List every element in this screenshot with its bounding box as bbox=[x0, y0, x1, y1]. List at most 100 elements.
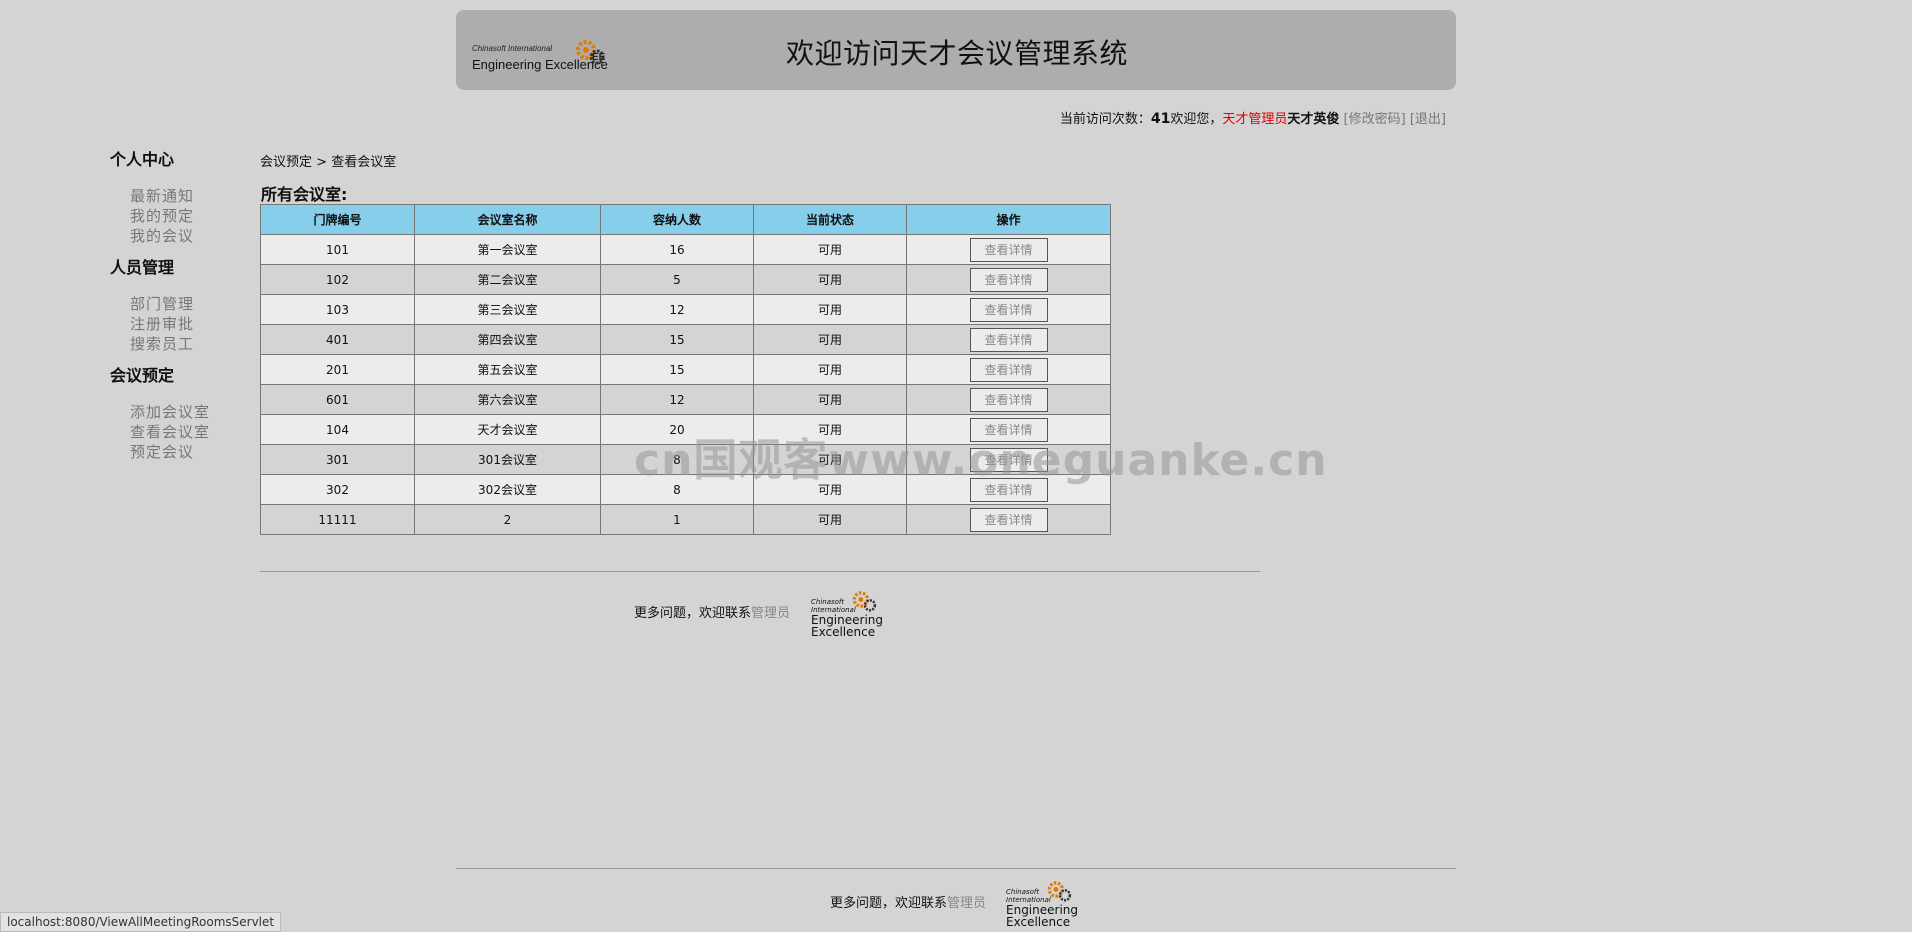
page-title: 欢迎访问天才会议管理系统 bbox=[786, 37, 1129, 70]
cell-room-name: 2 bbox=[414, 504, 601, 535]
gear-icon bbox=[1047, 881, 1072, 902]
sidebar-item-search-staff[interactable]: 搜索员工 bbox=[110, 334, 250, 354]
logo-line2: Engineering Excellence bbox=[1006, 903, 1078, 929]
admin-link[interactable]: 管理员 bbox=[751, 606, 790, 621]
cell-action: 查看详情 bbox=[906, 234, 1111, 265]
cell-status: 可用 bbox=[753, 294, 907, 325]
sidebar-item-notices[interactable]: 最新通知 bbox=[110, 186, 250, 206]
cell-room-name: 第六会议室 bbox=[414, 384, 601, 415]
cell-action: 查看详情 bbox=[906, 324, 1111, 355]
cell-room-no: 301 bbox=[260, 444, 415, 475]
sidebar-group-personal: 个人中心 最新通知 我的预定 我的会议 bbox=[110, 150, 250, 246]
cell-status: 可用 bbox=[753, 324, 907, 355]
view-details-button[interactable]: 查看详情 bbox=[969, 507, 1048, 532]
view-details-button[interactable]: 查看详情 bbox=[969, 387, 1048, 412]
admin-link[interactable]: 管理员 bbox=[947, 896, 986, 911]
sidebar-heading: 个人中心 bbox=[110, 150, 175, 169]
visits-count: 41 bbox=[1150, 111, 1171, 127]
cell-room-no: 302 bbox=[260, 474, 415, 505]
svg-text:EE: EE bbox=[592, 52, 606, 63]
view-details-button[interactable]: 查看详情 bbox=[969, 327, 1048, 352]
sidebar-group-booking: 会议预定 添加会议室 查看会议室 预定会议 bbox=[110, 366, 250, 462]
sidebar-heading: 人员管理 bbox=[110, 258, 175, 277]
column-header-action: 操作 bbox=[906, 204, 1111, 235]
gear-icon: EE bbox=[576, 40, 606, 65]
cell-room-no: 11111 bbox=[260, 504, 415, 535]
cell-action: 查看详情 bbox=[906, 294, 1111, 325]
cell-room-no: 601 bbox=[260, 384, 415, 415]
cell-action: 查看详情 bbox=[906, 354, 1111, 385]
cell-room-name: 302会议室 bbox=[414, 474, 601, 505]
cell-capacity: 12 bbox=[600, 294, 754, 325]
cell-action: 查看详情 bbox=[906, 264, 1111, 295]
footer-logo: Chinasoft International Engineering Excel… bbox=[811, 588, 883, 639]
cell-capacity: 15 bbox=[600, 324, 754, 355]
change-password-link[interactable]: [修改密码] bbox=[1344, 112, 1406, 127]
table-row: 401 第四会议室 15 可用 查看详情 bbox=[260, 324, 1111, 355]
gear-icon bbox=[852, 591, 877, 612]
cell-status: 可用 bbox=[753, 264, 907, 295]
sidebar: 个人中心 最新通知 我的预定 我的会议 人员管理 部门管理 注册审批 搜索员工 … bbox=[110, 150, 250, 474]
breadcrumb: 会议预定 > 查看会议室 bbox=[260, 151, 396, 170]
breadcrumb-separator: > bbox=[312, 155, 332, 170]
sidebar-heading: 会议预定 bbox=[110, 366, 175, 385]
cell-capacity: 15 bbox=[600, 354, 754, 385]
page-footer-logo: Chinasoft International Engineering Excel… bbox=[1006, 878, 1078, 929]
cell-room-name: 第二会议室 bbox=[414, 264, 601, 295]
username: 天才英俊 bbox=[1287, 112, 1340, 127]
cell-capacity: 12 bbox=[600, 384, 754, 415]
cell-room-no: 104 bbox=[260, 414, 415, 445]
sidebar-item-my-meetings[interactable]: 我的会议 bbox=[110, 226, 250, 246]
breadcrumb-parent: 会议预定 bbox=[260, 155, 313, 170]
watermark: cn国观客www.oneguanke.cn bbox=[634, 435, 1328, 486]
logo-line2: Engineering Excellence bbox=[811, 613, 883, 639]
cell-room-name: 第四会议室 bbox=[414, 324, 601, 355]
cell-room-name: 第一会议室 bbox=[414, 234, 601, 265]
view-details-button[interactable]: 查看详情 bbox=[969, 267, 1048, 292]
view-details-button[interactable]: 查看详情 bbox=[969, 357, 1048, 382]
cell-capacity: 5 bbox=[600, 264, 754, 295]
section-title: 所有会议室: bbox=[261, 185, 348, 204]
cell-room-name: 301会议室 bbox=[414, 444, 601, 475]
table-row: 201 第五会议室 15 可用 查看详情 bbox=[260, 354, 1111, 385]
column-header-status: 当前状态 bbox=[753, 204, 907, 235]
table-row: 101 第一会议室 16 可用 查看详情 bbox=[260, 234, 1111, 265]
cell-room-name: 第五会议室 bbox=[414, 354, 601, 385]
cell-action: 查看详情 bbox=[906, 504, 1111, 535]
sidebar-item-registration-approval[interactable]: 注册审批 bbox=[110, 314, 250, 334]
cell-room-no: 102 bbox=[260, 264, 415, 295]
cell-room-no: 103 bbox=[260, 294, 415, 325]
sidebar-item-departments[interactable]: 部门管理 bbox=[110, 294, 250, 314]
visits-label: 当前访问次数： bbox=[1059, 112, 1151, 127]
user-status-line: 当前访问次数：41欢迎您，天才管理员天才英俊 [修改密码] [退出] bbox=[1060, 108, 1446, 127]
view-details-button[interactable]: 查看详情 bbox=[969, 297, 1048, 322]
cell-status: 可用 bbox=[753, 354, 907, 385]
cell-capacity: 1 bbox=[600, 504, 754, 535]
footer-text: 更多问题，欢迎联系 bbox=[634, 606, 752, 621]
table-row: 103 第三会议室 12 可用 查看详情 bbox=[260, 294, 1111, 325]
logo-line1: Chinasoft International bbox=[472, 44, 553, 53]
chinasoft-logo: Chinasoft International Engineering Exce… bbox=[472, 24, 612, 74]
header-banner: Chinasoft International Engineering Exce… bbox=[456, 10, 1456, 90]
footer-contact: 更多问题，欢迎联系管理员 bbox=[634, 602, 790, 621]
sidebar-item-view-rooms[interactable]: 查看会议室 bbox=[110, 422, 250, 442]
user-role: 天才管理员 bbox=[1222, 112, 1288, 127]
view-details-button[interactable]: 查看详情 bbox=[969, 237, 1048, 262]
table-row: 102 第二会议室 5 可用 查看详情 bbox=[260, 264, 1111, 295]
logout-link[interactable]: [退出] bbox=[1410, 112, 1446, 127]
cell-room-no: 101 bbox=[260, 234, 415, 265]
sidebar-group-staff: 人员管理 部门管理 注册审批 搜索员工 bbox=[110, 258, 250, 354]
table-header-row: 门牌编号 会议室名称 容纳人数 当前状态 操作 bbox=[260, 204, 1111, 235]
sidebar-item-add-room[interactable]: 添加会议室 bbox=[110, 402, 250, 422]
sidebar-item-book-meeting[interactable]: 预定会议 bbox=[110, 442, 250, 462]
cell-room-no: 401 bbox=[260, 324, 415, 355]
sidebar-item-my-reservations[interactable]: 我的预定 bbox=[110, 206, 250, 226]
footer-divider bbox=[260, 571, 1260, 572]
cell-action: 查看详情 bbox=[906, 384, 1111, 415]
cell-status: 可用 bbox=[753, 234, 907, 265]
page-footer-divider bbox=[456, 868, 1456, 869]
cell-status: 可用 bbox=[753, 384, 907, 415]
column-header-room-name: 会议室名称 bbox=[414, 204, 601, 235]
cell-room-name: 天才会议室 bbox=[414, 414, 601, 445]
cell-room-name: 第三会议室 bbox=[414, 294, 601, 325]
